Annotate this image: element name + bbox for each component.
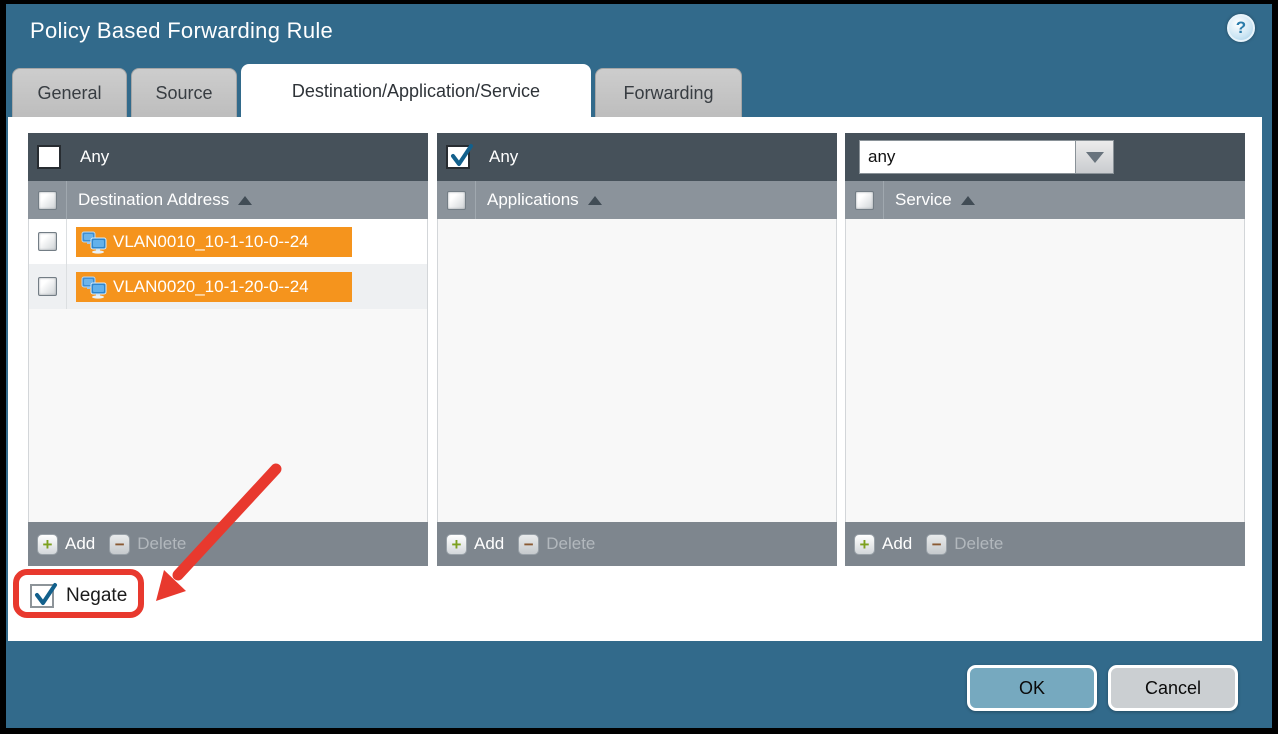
policy-based-forwarding-dialog: Policy Based Forwarding Rule ? General S… [0, 0, 1278, 734]
delete-button-label: Delete [546, 534, 595, 554]
tab-destination-application-service[interactable]: Destination/Application/Service [241, 64, 591, 117]
tab-bar: General Source Destination/Application/S… [12, 64, 746, 117]
applications-column-header: Applications [437, 181, 837, 219]
applications-any-header: Any [437, 133, 837, 181]
service-dropdown[interactable]: any [859, 140, 1114, 174]
destination-header-label[interactable]: Destination Address [78, 190, 229, 210]
destination-address-column: Any Destination Address [28, 133, 428, 566]
delete-button[interactable]: − Delete [109, 534, 200, 555]
sort-ascending-icon[interactable] [238, 196, 252, 205]
service-dropdown-button[interactable] [1076, 140, 1114, 174]
service-header-label[interactable]: Service [895, 190, 952, 210]
sort-ascending-icon[interactable] [588, 196, 602, 205]
address-object-chip[interactable]: VLAN0020_10-1-20-0--24 [76, 272, 352, 302]
tab-forwarding[interactable]: Forwarding [595, 68, 742, 117]
address-object-chip[interactable]: VLAN0010_10-1-10-0--24 [76, 227, 352, 257]
chevron-down-icon [1086, 152, 1104, 163]
delete-button-label: Delete [137, 534, 186, 554]
service-actions-bar: + Add − Delete [845, 522, 1245, 566]
negate-checkbox[interactable] [30, 584, 54, 608]
applications-column: Any Applications + Add − Delete [437, 133, 837, 566]
destination-list: VLAN0010_10-1-10-0--24 [28, 219, 428, 522]
add-button-label: Add [65, 534, 95, 554]
applications-header-label[interactable]: Applications [487, 190, 579, 210]
negate-label: Negate [66, 585, 127, 607]
destination-any-header: Any [28, 133, 428, 181]
ok-button[interactable]: OK [967, 665, 1097, 711]
service-dropdown-value[interactable]: any [859, 140, 1076, 174]
sort-ascending-icon[interactable] [961, 196, 975, 205]
applications-selectall-checkbox[interactable] [447, 191, 466, 210]
table-row: VLAN0010_10-1-10-0--24 [29, 219, 427, 264]
help-icon[interactable]: ? [1227, 14, 1255, 42]
row-checkbox-cell [29, 219, 67, 264]
destination-column-header: Destination Address [28, 181, 428, 219]
destination-any-checkbox[interactable] [37, 145, 61, 169]
checkmark-icon [33, 582, 59, 608]
delete-button[interactable]: − Delete [926, 534, 1017, 555]
plus-icon: + [37, 534, 58, 555]
address-object-name: VLAN0020_10-1-20-0--24 [113, 277, 309, 297]
service-any-header: any [845, 133, 1245, 181]
minus-icon: − [926, 534, 947, 555]
minus-icon: − [109, 534, 130, 555]
add-button[interactable]: + Add [854, 534, 926, 555]
add-button-label: Add [474, 534, 504, 554]
row-checkbox[interactable] [38, 232, 57, 251]
add-button[interactable]: + Add [37, 534, 109, 555]
divider [883, 181, 884, 219]
network-icon [81, 275, 107, 299]
destination-any-label: Any [80, 147, 109, 167]
table-row: VLAN0020_10-1-20-0--24 [29, 264, 427, 309]
plus-icon: + [446, 534, 467, 555]
service-list [845, 219, 1245, 522]
destination-selectall-checkbox[interactable] [38, 191, 57, 210]
add-button[interactable]: + Add [446, 534, 518, 555]
divider [475, 181, 476, 219]
applications-any-label: Any [489, 147, 518, 167]
tab-content: Any Destination Address [8, 117, 1262, 641]
delete-button-label: Delete [954, 534, 1003, 554]
service-column-header: Service [845, 181, 1245, 219]
applications-any-checkbox[interactable] [446, 145, 470, 169]
checkmark-icon [449, 143, 475, 169]
minus-icon: − [518, 534, 539, 555]
tab-source[interactable]: Source [131, 68, 237, 117]
service-selectall-checkbox[interactable] [855, 191, 874, 210]
row-checkbox[interactable] [38, 277, 57, 296]
tab-general[interactable]: General [12, 68, 127, 117]
service-column: any Service + Add [845, 133, 1245, 566]
divider [66, 181, 67, 219]
network-icon [81, 230, 107, 254]
cancel-button[interactable]: Cancel [1108, 665, 1238, 711]
negate-option: Negate [30, 584, 127, 608]
address-object-name: VLAN0010_10-1-10-0--24 [113, 232, 309, 252]
add-button-label: Add [882, 534, 912, 554]
dialog-frame: Policy Based Forwarding Rule ? General S… [6, 4, 1272, 728]
plus-icon: + [854, 534, 875, 555]
row-checkbox-cell [29, 264, 67, 309]
destination-actions-bar: + Add − Delete [28, 522, 428, 566]
applications-actions-bar: + Add − Delete [437, 522, 837, 566]
applications-list [437, 219, 837, 522]
delete-button[interactable]: − Delete [518, 534, 609, 555]
dialog-title: Policy Based Forwarding Rule [30, 18, 333, 44]
